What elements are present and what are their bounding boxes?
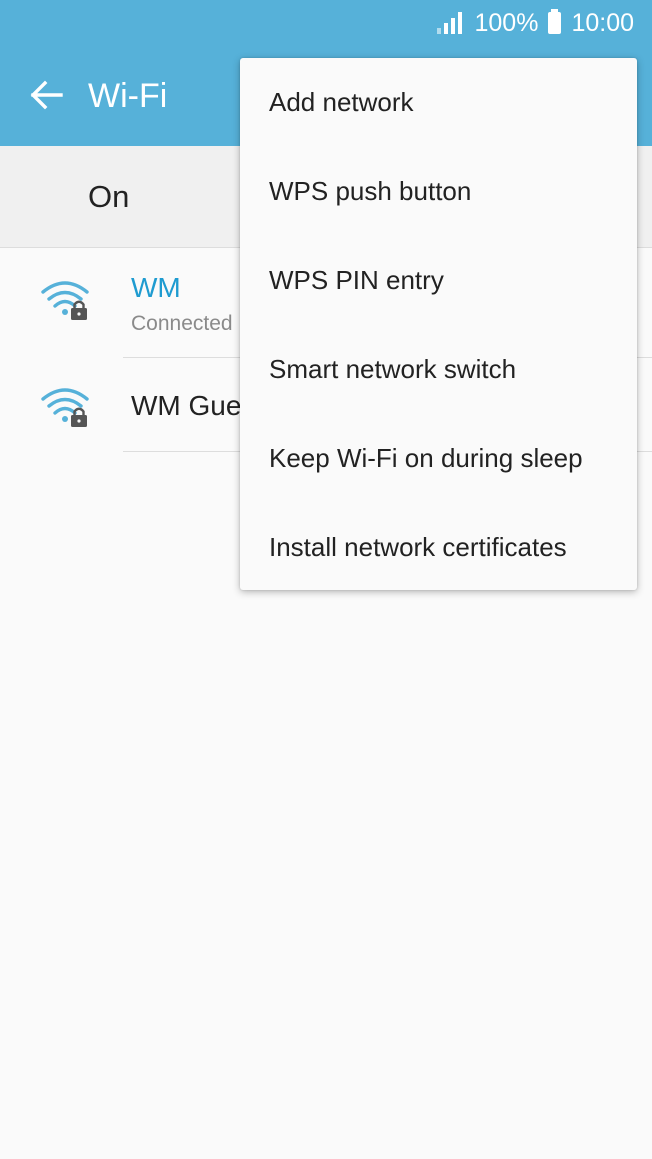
menu-item-install-certificates[interactable]: Install network certificates: [240, 503, 637, 592]
menu-item-wps-pin-entry[interactable]: WPS PIN entry: [240, 236, 637, 325]
wifi-toggle-label: On: [88, 179, 130, 214]
menu-item-wps-push-button[interactable]: WPS push button: [240, 147, 637, 236]
menu-item-keep-wifi-on[interactable]: Keep Wi-Fi on during sleep: [240, 414, 637, 503]
battery-icon: [548, 9, 562, 34]
network-name: WM: [131, 272, 181, 303]
battery-percentage: 100%: [474, 8, 539, 37]
arrow-left-icon: [30, 80, 63, 110]
wifi-settings-screen: 100% 10:00 Wi-Fi On WM Connected WM Gues…: [0, 0, 652, 1159]
overflow-menu: Add network WPS push button WPS PIN entr…: [240, 58, 637, 590]
network-status: Connected: [131, 312, 233, 335]
wifi-lock-icon: [41, 388, 89, 427]
status-indicators: 100% 10:00: [437, 0, 634, 46]
menu-item-add-network[interactable]: Add network: [240, 58, 637, 147]
status-bar: 100% 10:00: [0, 0, 652, 46]
clock: 10:00: [571, 8, 634, 37]
signal-icon: [437, 12, 463, 34]
page-title: Wi-Fi: [88, 77, 168, 115]
menu-item-smart-network-switch[interactable]: Smart network switch: [240, 325, 637, 414]
back-button[interactable]: [22, 71, 70, 119]
wifi-lock-icon: [41, 281, 89, 320]
